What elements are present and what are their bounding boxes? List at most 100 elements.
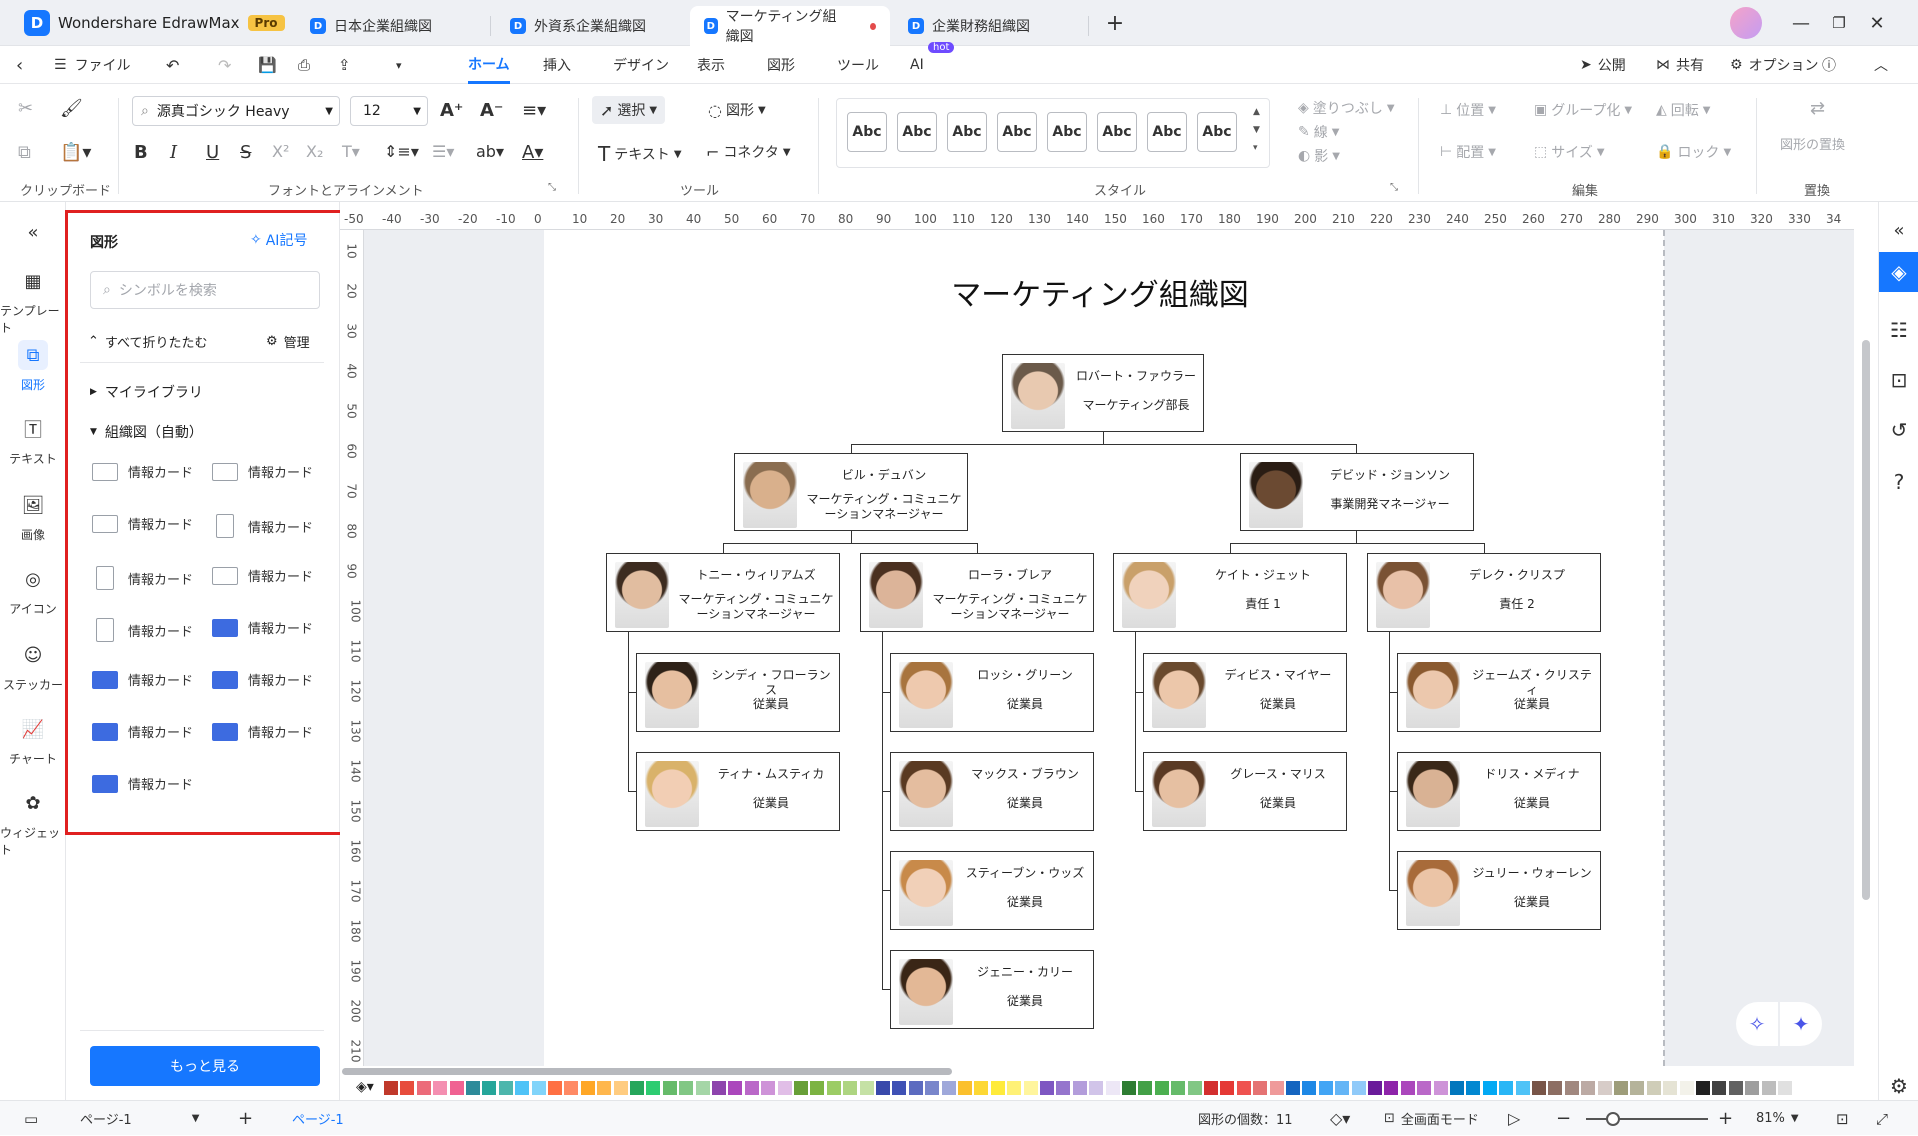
info-card-shape[interactable]: 情報カード <box>212 618 313 637</box>
color-swatch[interactable] <box>1466 1081 1481 1095</box>
dialog-launcher-icon[interactable]: ⤡ <box>1390 182 1398 193</box>
shadow-button[interactable]: ◐ 影 ▼ <box>1298 146 1340 166</box>
color-swatch[interactable] <box>1220 1081 1235 1095</box>
color-swatch[interactable] <box>1630 1081 1645 1095</box>
color-swatch[interactable] <box>662 1081 677 1095</box>
restore-icon[interactable]: ❐ <box>1824 10 1854 36</box>
color-swatch[interactable] <box>482 1081 497 1095</box>
color-swatch[interactable] <box>531 1081 546 1095</box>
color-swatch[interactable] <box>613 1081 628 1095</box>
color-swatch[interactable] <box>1023 1081 1038 1095</box>
org-card-lead[interactable]: デレク・クリスプ 責任 2 <box>1367 553 1601 632</box>
tab-doc-2[interactable]: D 外資系企業組織図 <box>496 6 660 46</box>
color-swatch[interactable] <box>630 1081 644 1095</box>
file-menu[interactable]: ☰ ファイル <box>54 46 131 84</box>
format-painter-icon[interactable]: 🖌 <box>60 98 83 119</box>
text-case-icon[interactable]: ab▾ <box>476 142 504 161</box>
font-color-icon[interactable]: A▾ <box>522 142 543 163</box>
page-select[interactable]: ページ-1 ▼ <box>80 1101 199 1136</box>
color-swatch[interactable] <box>1286 1081 1300 1095</box>
info-card-shape[interactable]: 情報カード <box>212 462 313 481</box>
size-button[interactable]: ⬚ サイズ ▼ <box>1534 142 1605 162</box>
style-preset-3[interactable]: Abc <box>947 112 987 152</box>
style-preset-7[interactable]: Abc <box>1147 112 1187 152</box>
position-button[interactable]: ⊥ 位置 ▼ <box>1440 100 1496 120</box>
font-family-select[interactable]: ⌕ 源真ゴシック Heavy ▼ <box>132 96 340 126</box>
tab-doc-4[interactable]: D 企業財務組織図 <box>894 6 1044 46</box>
undo-icon[interactable]: ↶ <box>166 46 179 84</box>
italic-icon[interactable]: I <box>170 142 177 163</box>
color-swatch[interactable] <box>859 1081 874 1095</box>
color-swatch[interactable] <box>1450 1081 1464 1095</box>
color-swatch[interactable] <box>1318 1081 1333 1095</box>
color-swatch[interactable] <box>794 1081 808 1095</box>
align-button[interactable]: ⊢ 配置 ▼ <box>1440 142 1496 162</box>
menu-home[interactable]: ホーム <box>468 46 510 84</box>
color-swatch[interactable] <box>1433 1081 1448 1095</box>
color-swatch[interactable] <box>958 1081 972 1095</box>
color-swatch[interactable] <box>974 1081 989 1095</box>
color-swatch[interactable] <box>1745 1081 1760 1095</box>
org-card-staff[interactable]: ティナ・ムスティカ 従業員 <box>636 752 840 831</box>
ai-sparkle-icon[interactable]: ✦ <box>1780 1002 1822 1046</box>
fit-page-icon[interactable]: ⊡ <box>1836 1101 1849 1136</box>
info-card-shape[interactable]: 情報カード <box>212 670 313 689</box>
color-swatch[interactable] <box>843 1081 858 1095</box>
org-card-manager[interactable]: ビル・デュバン マーケティング・コミュニケーションマネージャー <box>734 453 968 531</box>
color-swatch[interactable] <box>1417 1081 1432 1095</box>
nav-shapes[interactable]: ⧉ 図形 <box>0 340 66 393</box>
color-swatch[interactable] <box>744 1081 759 1095</box>
select-tool-button[interactable]: ➚ 選択 ▼ <box>592 96 666 124</box>
style-preset-6[interactable]: Abc <box>1097 112 1137 152</box>
fill-color-picker-icon[interactable]: ◈▾ <box>356 1079 374 1095</box>
color-swatch[interactable] <box>1515 1081 1530 1095</box>
color-swatch[interactable] <box>679 1081 694 1095</box>
color-swatch[interactable] <box>941 1081 956 1095</box>
color-swatch[interactable] <box>826 1081 841 1095</box>
color-swatch[interactable] <box>925 1081 940 1095</box>
save-icon[interactable]: 💾 <box>258 46 277 84</box>
bullet-list-icon[interactable]: ☰▾ <box>432 142 454 161</box>
menu-design[interactable]: デザイン <box>613 46 669 84</box>
color-swatch[interactable] <box>1646 1081 1661 1095</box>
org-card-lead[interactable]: トニー・ウィリアムズ マーケティング・コミュニケーションマネージャー <box>606 553 840 632</box>
close-icon[interactable]: ✕ <box>1862 10 1892 36</box>
org-card-head[interactable]: ロバート・ファウラー マーケティング部長 <box>1002 354 1204 432</box>
color-swatch[interactable] <box>1236 1081 1251 1095</box>
decrease-font-icon[interactable]: A⁻ <box>480 100 503 121</box>
color-swatch[interactable] <box>1040 1081 1054 1095</box>
info-card-shape[interactable]: 情報カード <box>92 462 193 481</box>
copy-icon[interactable]: ⧉ <box>18 142 31 163</box>
color-swatch[interactable] <box>1072 1081 1087 1095</box>
color-swatch[interactable] <box>1007 1081 1022 1095</box>
color-swatch[interactable] <box>1499 1081 1514 1095</box>
info-card-shape[interactable]: 情報カード <box>92 774 193 793</box>
back-arrow-icon[interactable]: ‹ <box>16 46 23 84</box>
horizontal-scroll-thumb[interactable] <box>342 1068 952 1075</box>
style-preset-4[interactable]: Abc <box>997 112 1037 152</box>
info-card-shape[interactable]: 情報カード <box>92 722 193 741</box>
subscript-icon[interactable]: X₂ <box>306 142 323 161</box>
nav-chart[interactable]: 📈 チャート <box>0 714 66 767</box>
org-card-staff[interactable]: ジェームズ・クリスティ 従業員 <box>1397 653 1601 732</box>
color-swatch[interactable] <box>695 1081 710 1095</box>
lock-button[interactable]: 🔒 ロック ▼ <box>1656 142 1731 162</box>
color-swatch[interactable] <box>1105 1081 1120 1095</box>
minimize-icon[interactable]: — <box>1786 10 1816 36</box>
fill-style-icon[interactable]: ◈ <box>1879 252 1918 292</box>
color-swatch[interactable] <box>1400 1081 1415 1095</box>
tab-doc-3-active[interactable]: D マーケティング組織図 <box>690 6 890 46</box>
vertical-scroll-thumb[interactable] <box>1862 340 1870 900</box>
gallery-scroll-icon[interactable]: ▲ ▼ ▾ <box>1253 103 1260 157</box>
style-preset-2[interactable]: Abc <box>897 112 937 152</box>
history-icon[interactable]: ↺ <box>1879 410 1918 450</box>
rotate-button[interactable]: ◭ 回転 ▼ <box>1656 100 1710 120</box>
color-swatch[interactable] <box>876 1081 890 1095</box>
color-swatch[interactable] <box>810 1081 825 1095</box>
text-align-icon[interactable]: ≡▾ <box>522 100 546 121</box>
color-swatch[interactable] <box>1532 1081 1546 1095</box>
redo-icon[interactable]: ↷ <box>218 46 231 84</box>
color-swatch[interactable] <box>597 1081 612 1095</box>
zoom-slider-thumb[interactable] <box>1606 1112 1620 1126</box>
org-card-staff[interactable]: シンディ・フローランス 従業員 <box>636 653 840 732</box>
